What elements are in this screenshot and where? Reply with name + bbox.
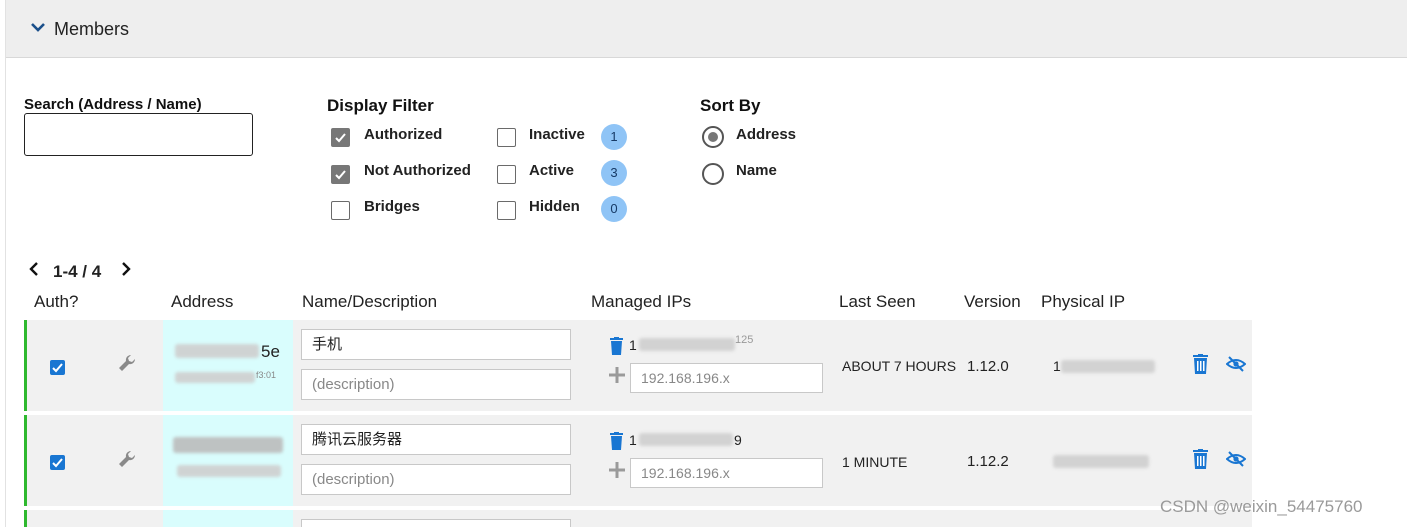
sort-name-radio[interactable]	[702, 163, 724, 185]
members-section-header[interactable]: Members	[5, 0, 1407, 58]
chevron-right-icon[interactable]	[120, 262, 132, 276]
hidden-count-badge: 0	[601, 196, 627, 222]
inactive-label: Inactive	[529, 126, 585, 143]
hidden-label: Hidden	[529, 198, 580, 215]
plus-icon[interactable]	[609, 367, 625, 383]
pager-range: 1-4 / 4	[53, 262, 102, 281]
trash-icon[interactable]	[609, 337, 624, 355]
hide-eye-icon[interactable]	[1226, 356, 1246, 372]
wrench-icon[interactable]	[117, 353, 137, 373]
managed-ip-text: 1	[629, 432, 637, 448]
version: 1.12.2	[967, 453, 1009, 470]
not-authorized-checkbox[interactable]	[331, 165, 350, 184]
section-title: Members	[54, 19, 130, 39]
wrench-icon[interactable]	[117, 449, 137, 469]
managed-ip-suffix: 9	[734, 432, 742, 448]
add-ip-input[interactable]: 192.168.196.x	[630, 363, 823, 393]
physical-ip-text: 1	[1053, 358, 1061, 374]
table-row	[24, 510, 1252, 527]
sort-name-label: Name	[736, 162, 777, 179]
address-subtext: f3:01	[256, 370, 277, 380]
authorized-checkbox[interactable]	[331, 128, 350, 147]
authorized-label: Authorized	[364, 126, 443, 143]
address-cell: 5e f3:01	[163, 320, 293, 411]
column-header-last-seen[interactable]: Last Seen	[839, 292, 916, 312]
address-cell	[163, 415, 293, 506]
delete-member-icon[interactable]	[1192, 449, 1209, 469]
delete-member-icon[interactable]	[1192, 354, 1209, 374]
active-checkbox[interactable]	[497, 165, 516, 184]
name-field[interactable]	[301, 519, 571, 527]
plus-icon[interactable]	[609, 462, 625, 478]
search-input[interactable]	[24, 113, 253, 156]
last-seen: ABOUT 7 HOURS	[842, 358, 957, 374]
column-header-physical-ip[interactable]: Physical IP	[1041, 292, 1125, 312]
description-field[interactable]: (description)	[301, 369, 571, 400]
name-field[interactable]: 腾讯云服务器	[301, 424, 571, 455]
left-divider	[5, 57, 6, 527]
column-header-auth[interactable]: Auth?	[34, 292, 78, 312]
trash-icon[interactable]	[609, 432, 624, 450]
table-row: 腾讯云服务器 (description) 1 9 192.168.196.x 1…	[24, 415, 1252, 506]
sort-address-label: Address	[736, 126, 797, 143]
not-authorized-label: Not Authorized	[364, 162, 471, 179]
watermark: CSDN @weixin_54475760	[1160, 497, 1363, 516]
managed-ip-suffix: 125	[735, 334, 754, 346]
bridges-checkbox[interactable]	[331, 201, 350, 220]
column-header-name[interactable]: Name/Description	[302, 292, 437, 312]
sort-address-radio[interactable]	[702, 126, 724, 148]
name-field[interactable]: 手机	[301, 329, 571, 360]
address-text: 5e	[261, 342, 280, 361]
chevron-left-icon[interactable]	[28, 262, 40, 276]
version: 1.12.0	[967, 358, 1009, 375]
column-header-version[interactable]: Version	[964, 292, 1021, 312]
active-label: Active	[529, 162, 575, 179]
inactive-checkbox[interactable]	[497, 128, 516, 147]
search-label: Search (Address / Name)	[24, 96, 202, 113]
active-count-badge: 3	[601, 160, 627, 186]
column-header-address[interactable]: Address	[171, 292, 233, 312]
chevron-down-icon	[31, 23, 45, 32]
address-cell	[163, 510, 293, 527]
managed-ip-text: 1	[629, 337, 637, 353]
description-field[interactable]: (description)	[301, 464, 571, 495]
bridges-label: Bridges	[364, 198, 420, 215]
inactive-count-badge: 1	[601, 124, 627, 150]
authorize-checkbox[interactable]	[50, 360, 65, 375]
column-header-managed-ips[interactable]: Managed IPs	[591, 292, 691, 312]
sort-by-title: Sort By	[700, 96, 761, 115]
add-ip-input[interactable]: 192.168.196.x	[630, 458, 823, 488]
display-filter-title: Display Filter	[327, 96, 434, 115]
table-row: 5e f3:01 手机 (description) 1 125 192.168.…	[24, 320, 1252, 411]
hidden-checkbox[interactable]	[497, 201, 516, 220]
last-seen: 1 MINUTE	[842, 454, 908, 470]
authorize-checkbox[interactable]	[50, 455, 65, 470]
hide-eye-icon[interactable]	[1226, 451, 1246, 467]
